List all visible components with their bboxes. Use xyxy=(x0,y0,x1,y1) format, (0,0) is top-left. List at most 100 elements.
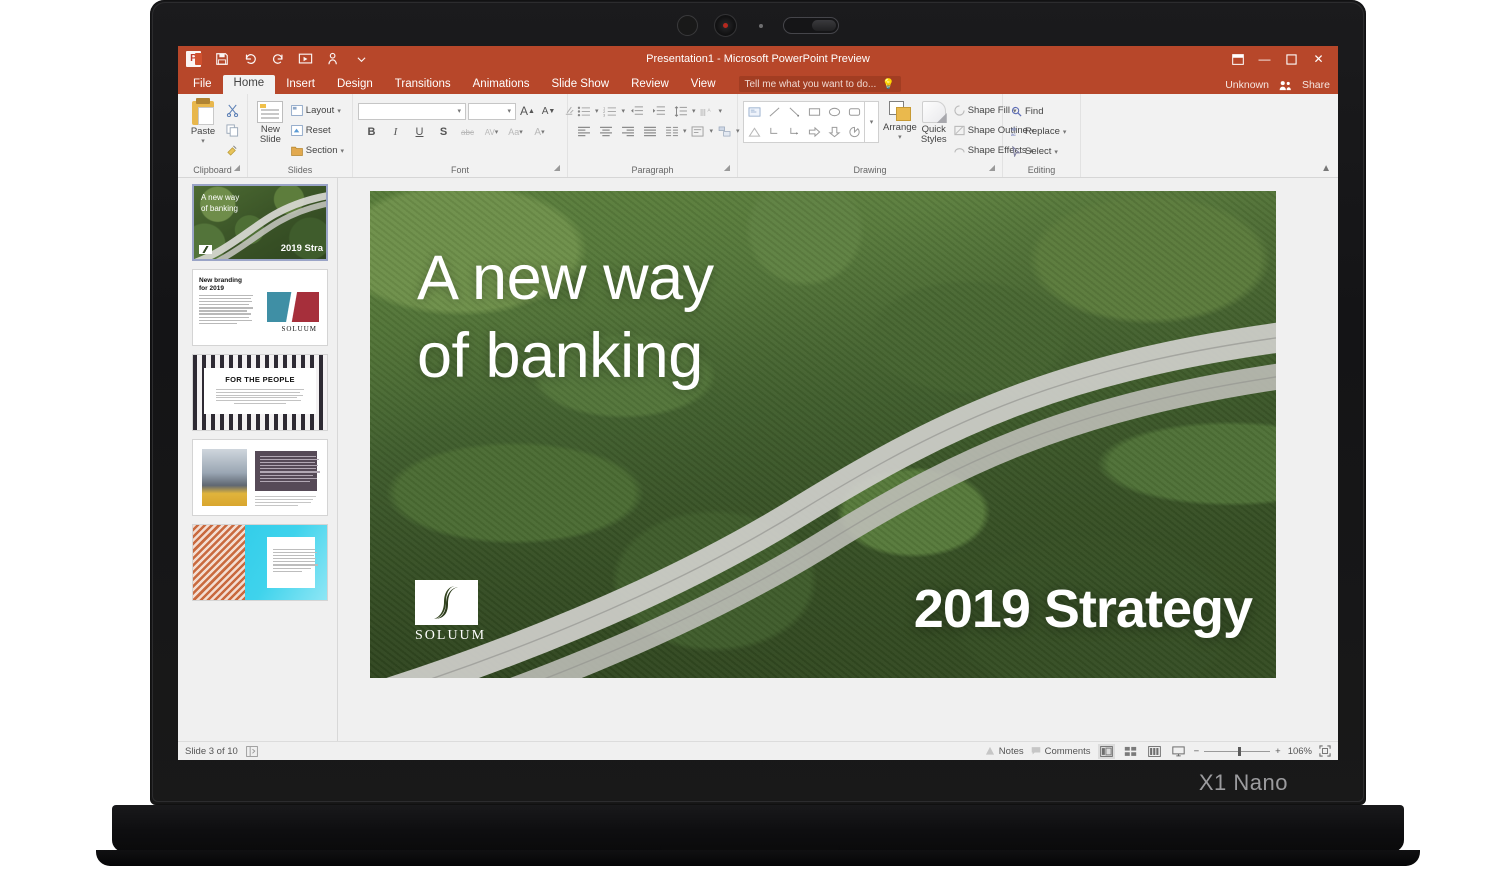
font-name-input[interactable]: ▾ xyxy=(358,103,466,120)
ribbon-display-options-icon[interactable] xyxy=(1224,49,1251,69)
share-button[interactable]: Share xyxy=(1302,79,1330,91)
tab-animations[interactable]: Animations xyxy=(462,76,541,95)
zoom-out-button[interactable]: − xyxy=(1194,746,1200,757)
line-spacing-caret-icon[interactable]: ▾ xyxy=(692,107,696,115)
current-slide[interactable]: A new way of banking SOLUUM xyxy=(370,191,1276,678)
notes-button[interactable]: Notes xyxy=(985,746,1024,757)
tab-design[interactable]: Design xyxy=(326,76,384,95)
line-spacing-button[interactable] xyxy=(670,102,691,120)
shapes-gallery-more-icon[interactable]: ▾ xyxy=(865,101,879,143)
start-slideshow-icon[interactable] xyxy=(296,50,315,69)
tab-review[interactable]: Review xyxy=(620,76,680,95)
zoom-level-label[interactable]: 106% xyxy=(1288,746,1312,757)
replace-button[interactable]: abac Replace ▾ xyxy=(1008,122,1069,141)
center-button[interactable] xyxy=(595,122,616,140)
tell-me-search-box[interactable]: Tell me what you want to do... 💡 xyxy=(739,76,901,92)
paragraph-dialog-launcher-icon[interactable]: ◢ xyxy=(724,161,730,175)
slide-thumbnail-1[interactable]: A new way of banking 2019 Stra xyxy=(192,184,328,261)
layout-button[interactable]: Layout ▾ xyxy=(288,101,347,120)
tab-insert[interactable]: Insert xyxy=(275,76,326,95)
increase-font-size-button[interactable]: A▲ xyxy=(518,102,537,120)
zoom-in-button[interactable]: + xyxy=(1275,746,1281,757)
justify-button[interactable] xyxy=(639,122,660,140)
slide-thumbnail-pane[interactable]: A new way of banking 2019 Stra New brand… xyxy=(178,178,338,741)
character-spacing-button[interactable]: AV▾ xyxy=(482,123,501,141)
columns-button[interactable] xyxy=(661,122,682,140)
underline-button[interactable]: U xyxy=(410,123,429,141)
zoom-slider[interactable]: − + xyxy=(1194,746,1281,757)
convert-to-smartart-button[interactable] xyxy=(714,122,735,140)
paste-caret-icon[interactable]: ▾ xyxy=(201,137,205,145)
strikethrough-button[interactable]: abc xyxy=(458,123,477,141)
bullets-button[interactable] xyxy=(573,102,594,120)
paste-button[interactable]: Paste ▾ xyxy=(183,99,223,145)
account-name[interactable]: Unknown xyxy=(1225,79,1269,91)
normal-view-button[interactable] xyxy=(1098,744,1115,759)
tab-file[interactable]: File xyxy=(182,76,223,95)
section-button[interactable]: Section ▾ xyxy=(288,141,347,160)
numbering-caret-icon[interactable]: ▾ xyxy=(622,107,626,115)
increase-indent-button[interactable] xyxy=(648,102,669,120)
bullets-caret-icon[interactable]: ▾ xyxy=(595,107,599,115)
slide-subtitle[interactable]: 2019 Strategy xyxy=(914,578,1252,640)
decrease-indent-button[interactable] xyxy=(626,102,647,120)
new-slide-button[interactable]: New Slide xyxy=(253,99,288,145)
minimize-button[interactable]: — xyxy=(1251,49,1278,69)
close-button[interactable]: ✕ xyxy=(1305,49,1332,69)
select-button[interactable]: Select ▾ xyxy=(1008,142,1069,161)
slide-sorter-view-button[interactable] xyxy=(1122,744,1139,759)
format-painter-button[interactable] xyxy=(223,141,242,159)
privacy-shutter-slider[interactable] xyxy=(783,17,839,34)
numbering-button[interactable]: 123 xyxy=(600,102,621,120)
slide-thumbnail-5[interactable] xyxy=(192,524,328,601)
slide-thumbnail-3[interactable]: FOR THE PEOPLE xyxy=(192,354,328,431)
slide-thumbnail-2[interactable]: New branding for 2019 SOLUUM xyxy=(192,269,328,346)
font-size-input[interactable]: ▾ xyxy=(468,103,516,120)
quick-styles-button[interactable]: Quick Styles xyxy=(921,99,947,145)
decrease-font-size-button[interactable]: A▼ xyxy=(539,102,558,120)
cut-button[interactable] xyxy=(223,101,242,119)
slide-show-view-button[interactable] xyxy=(1170,744,1187,759)
reading-view-button[interactable] xyxy=(1146,744,1163,759)
slide-editing-area[interactable]: A new way of banking SOLUUM xyxy=(338,178,1338,741)
change-case-button[interactable]: Aa▾ xyxy=(506,123,525,141)
shapes-gallery[interactable] xyxy=(743,101,865,143)
font-color-button[interactable]: A▾ xyxy=(530,123,549,141)
align-left-button[interactable] xyxy=(573,122,594,140)
italic-button[interactable]: I xyxy=(386,123,405,141)
zoom-track[interactable] xyxy=(1204,751,1270,752)
save-icon[interactable] xyxy=(212,50,231,69)
tab-view[interactable]: View xyxy=(680,76,727,95)
collapse-ribbon-button[interactable]: ▲ xyxy=(1321,163,1331,174)
fit-to-window-button[interactable] xyxy=(1319,745,1331,757)
customize-qat-icon[interactable] xyxy=(352,50,371,69)
slide-thumbnail-4[interactable] xyxy=(192,439,328,516)
reset-button[interactable]: Reset xyxy=(288,121,347,140)
tab-home[interactable]: Home xyxy=(223,75,276,95)
maximize-button[interactable] xyxy=(1278,49,1305,69)
redo-icon[interactable] xyxy=(268,50,287,69)
align-text-button[interactable] xyxy=(688,122,709,140)
slide-title[interactable]: A new way of banking xyxy=(417,239,714,395)
copy-button[interactable] xyxy=(223,121,242,139)
presenter-icon[interactable] xyxy=(324,50,343,69)
font-dialog-launcher-icon[interactable]: ◢ xyxy=(554,161,560,175)
tab-transitions[interactable]: Transitions xyxy=(384,76,462,95)
arrange-button[interactable]: Arrange ▾ xyxy=(883,99,917,141)
drawing-dialog-launcher-icon[interactable]: ◢ xyxy=(989,161,995,175)
text-direction-caret-icon[interactable]: ▾ xyxy=(719,107,723,115)
columns-caret-icon[interactable]: ▾ xyxy=(683,127,687,135)
align-right-button[interactable] xyxy=(617,122,638,140)
undo-icon[interactable] xyxy=(240,50,259,69)
align-text-caret-icon[interactable]: ▾ xyxy=(710,127,714,135)
tab-slide-show[interactable]: Slide Show xyxy=(541,76,621,95)
clipboard-dialog-launcher-icon[interactable]: ◢ xyxy=(234,161,240,175)
new-slide-icon xyxy=(257,101,283,123)
find-button[interactable]: Find xyxy=(1008,102,1069,121)
text-shadow-button[interactable]: S xyxy=(434,123,453,141)
accessibility-checker-icon[interactable] xyxy=(246,746,258,757)
bold-button[interactable]: B xyxy=(362,123,381,141)
comments-button[interactable]: Comments xyxy=(1031,746,1091,757)
text-direction-button[interactable]: |||A xyxy=(697,102,718,120)
zoom-thumb[interactable] xyxy=(1238,747,1241,756)
